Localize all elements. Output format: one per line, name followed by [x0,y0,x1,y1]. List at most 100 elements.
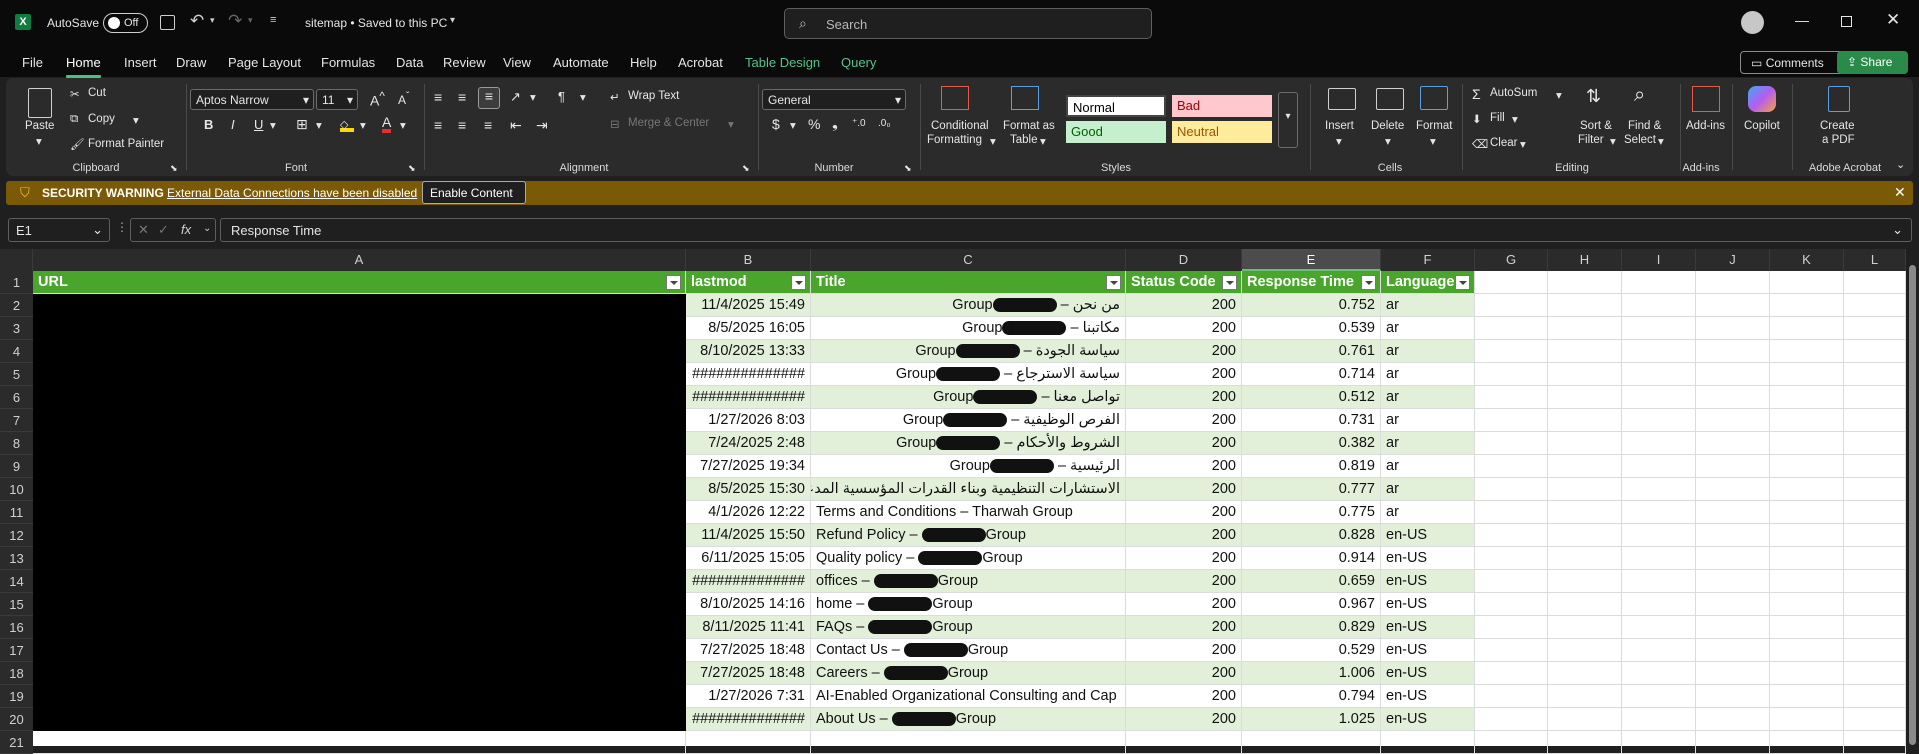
empty-cell[interactable] [1548,524,1622,547]
tab-acrobat[interactable]: Acrobat [678,55,723,70]
empty-cell[interactable] [1844,616,1906,639]
empty-cell[interactable] [1475,662,1548,685]
status-code-cell[interactable]: 200 [1126,501,1242,524]
insert-cells-label[interactable]: Insert [1325,120,1354,132]
url-cell-redacted[interactable] [33,570,686,593]
clear-label[interactable]: Clear [1490,137,1517,149]
column-header-j[interactable]: J [1696,249,1770,271]
paste-icon[interactable] [28,88,52,118]
format-chevron-icon[interactable]: ▾ [1430,134,1436,148]
align-bottom-icon[interactable]: ≡ [478,87,500,109]
empty-cell[interactable] [1475,547,1548,570]
borders-chevron-icon[interactable]: ▾ [316,118,322,132]
sort-filter-label-2[interactable]: Filter [1578,134,1604,146]
empty-cell[interactable] [1622,501,1696,524]
empty-cell[interactable] [1548,340,1622,363]
decrease-indent-icon[interactable]: ⇤ [510,117,522,134]
empty-cell[interactable] [1844,294,1906,317]
status-code-cell[interactable]: 200 [1126,455,1242,478]
status-code-cell[interactable]: 200 [1126,340,1242,363]
file-title[interactable]: sitemap • Saved to this PC [305,16,447,30]
url-cell-redacted[interactable] [33,478,686,501]
empty-cell[interactable] [1622,271,1696,294]
lastmod-cell[interactable]: 6/11/2025 15:05 [686,547,811,570]
column-header-i[interactable]: I [1622,249,1696,271]
url-cell-redacted[interactable] [33,685,686,708]
lastmod-cell[interactable]: 11/4/2025 15:50 [686,524,811,547]
comma-style-icon[interactable]: ❟ [832,115,838,132]
wrap-text-icon[interactable]: ↵ [610,90,620,104]
tab-page-layout[interactable]: Page Layout [228,55,301,70]
column-header-a[interactable]: A [33,249,686,271]
filter-dropdown-icon[interactable] [1455,275,1470,290]
insert-function-icon[interactable]: fx [181,222,191,237]
number-launcher-icon[interactable]: ⬊ [904,163,912,174]
language-cell[interactable]: en-US [1381,524,1475,547]
autosum-label[interactable]: AutoSum [1490,87,1537,99]
add-ins-icon[interactable] [1692,86,1720,112]
title-cell[interactable]: الرئيسية – Group [811,455,1126,478]
style-normal[interactable]: Normal [1066,95,1166,117]
enable-content-button[interactable]: Enable Content [422,181,526,204]
empty-cell[interactable] [1696,708,1770,731]
row-header[interactable]: 17 [0,639,33,662]
empty-cell[interactable] [1844,478,1906,501]
account-avatar[interactable] [1741,11,1764,34]
paste-label[interactable]: Paste [25,120,54,132]
title-cell[interactable]: About Us – Group [811,708,1126,731]
copy-icon[interactable]: ⧉ [70,113,78,126]
empty-cell[interactable] [1844,524,1906,547]
font-color-chevron-icon[interactable]: ▾ [400,118,406,132]
title-cell[interactable]: الفرص الوظيفية – Group [811,409,1126,432]
orientation-chevron-icon[interactable]: ▾ [530,90,536,104]
title-cell[interactable]: Terms and Conditions – Tharwah Group [811,501,1126,524]
empty-cell[interactable] [1475,593,1548,616]
align-right-icon[interactable]: ≡ [484,117,492,133]
number-format-select[interactable]: General ▾ [762,89,906,110]
empty-cell[interactable] [1622,455,1696,478]
borders-icon[interactable]: ⊞ [296,116,308,133]
align-center-icon[interactable]: ≡ [458,117,466,133]
row-header[interactable]: 6 [0,386,33,409]
empty-cell[interactable] [1844,547,1906,570]
title-cell[interactable]: FAQs – Group [811,616,1126,639]
title-chevron-down-icon[interactable]: ▾ [450,15,455,26]
sort-filter-label[interactable]: Sort & [1580,120,1612,132]
title-cell[interactable]: AI-Enabled Organizational Consulting and… [811,685,1126,708]
merge-chevron-icon[interactable]: ▾ [728,117,734,131]
empty-cell[interactable] [1622,386,1696,409]
language-cell[interactable]: ar [1381,501,1475,524]
empty-cell[interactable] [1548,455,1622,478]
empty-cell[interactable] [1548,639,1622,662]
tab-help[interactable]: Help [630,55,657,70]
lastmod-cell[interactable]: 7/27/2025 18:48 [686,662,811,685]
empty-cell[interactable] [1696,616,1770,639]
lastmod-cell[interactable]: ############## [686,570,811,593]
empty-cell[interactable] [1770,685,1844,708]
format-as-table-chevron-icon[interactable]: ▾ [1040,134,1046,148]
response-time-cell[interactable]: 0.761 [1242,340,1381,363]
security-message-link[interactable]: External Data Connections have been disa… [167,186,417,200]
row-header[interactable]: 20 [0,708,33,731]
empty-cell[interactable] [1622,593,1696,616]
url-cell-redacted[interactable] [33,547,686,570]
empty-cell[interactable] [1696,593,1770,616]
tab-review[interactable]: Review [443,55,486,70]
empty-cell[interactable] [1475,708,1548,731]
find-select-icon[interactable]: ⌕ [1634,84,1645,107]
tab-data[interactable]: Data [396,55,423,70]
delete-cells-icon[interactable] [1376,88,1404,110]
fill-color-chevron-icon[interactable]: ▾ [360,118,366,132]
copy-label[interactable]: Copy [88,113,115,125]
row-header[interactable]: 21 [0,731,33,754]
response-time-cell[interactable]: 0.775 [1242,501,1381,524]
language-cell[interactable]: ar [1381,409,1475,432]
title-cell[interactable]: Refund Policy – Group [811,524,1126,547]
empty-cell[interactable] [1548,547,1622,570]
filter-dropdown-icon[interactable] [791,275,806,290]
empty-cell[interactable] [1696,432,1770,455]
empty-cell[interactable] [1770,501,1844,524]
language-cell[interactable]: en-US [1381,639,1475,662]
format-painter-icon[interactable]: 🖌 [70,137,85,151]
response-time-cell[interactable]: 0.752 [1242,294,1381,317]
